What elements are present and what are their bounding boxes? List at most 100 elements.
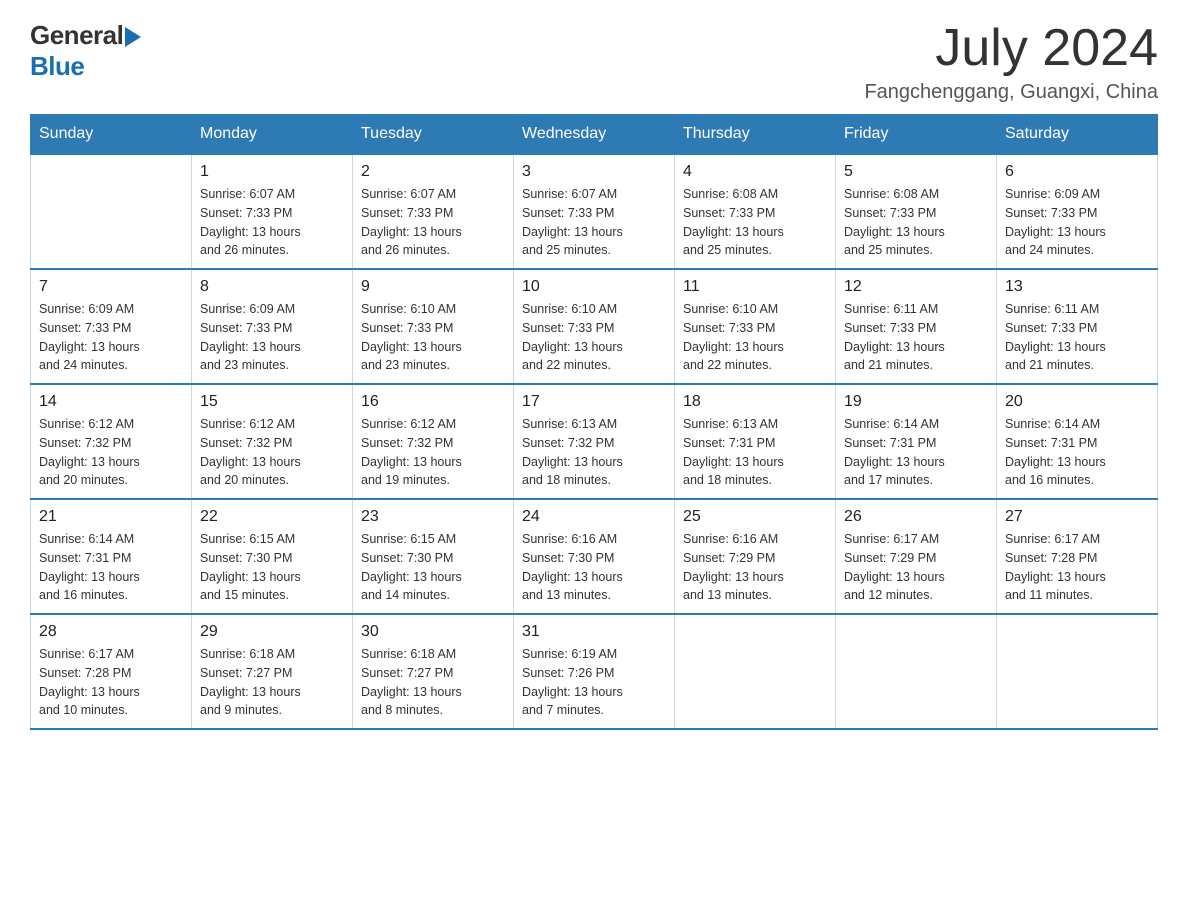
calendar-cell: 31Sunrise: 6:19 AM Sunset: 7:26 PM Dayli…: [514, 614, 675, 729]
title-area: July 2024 Fangchenggang, Guangxi, China: [864, 20, 1158, 104]
calendar-cell: 12Sunrise: 6:11 AM Sunset: 7:33 PM Dayli…: [836, 269, 997, 384]
day-number: 10: [522, 278, 666, 296]
calendar-cell: 24Sunrise: 6:16 AM Sunset: 7:30 PM Dayli…: [514, 499, 675, 614]
weekday-header-row: SundayMondayTuesdayWednesdayThursdayFrid…: [31, 115, 1158, 155]
calendar-cell: 22 Sunrise: 6:15 AM Sunset: 7:30 PM Dayli…: [192, 499, 353, 614]
day-number: 7: [39, 278, 183, 296]
weekday-header-monday: Monday: [192, 115, 353, 155]
calendar-cell: 6 Sunrise: 6:09 AM Sunset: 7:33 PM Daylig…: [997, 154, 1158, 269]
calendar-cell: 2 Sunrise: 6:07 AM Sunset: 7:33 PM Daylig…: [353, 154, 514, 269]
logo-general-text: General: [30, 20, 123, 51]
calendar-cell: 7 Sunrise: 6:09 AM Sunset: 7:33 PM Daylig…: [31, 269, 192, 384]
day-info: Sunrise: 6:07 AM Sunset: 7:33 PM Dayligh…: [522, 185, 666, 260]
day-number: 24: [522, 508, 666, 526]
calendar-cell: 11 Sunrise: 6:10 AM Sunset: 7:33 PM Dayli…: [675, 269, 836, 384]
calendar-table: SundayMondayTuesdayWednesdayThursdayFrid…: [30, 114, 1158, 730]
calendar-cell: [31, 154, 192, 269]
day-number: 4: [683, 163, 827, 181]
logo-blue-text: Blue: [30, 51, 84, 82]
day-number: 18: [683, 393, 827, 411]
day-info: Sunrise: 6:11 AM Sunset: 7:33 PM Dayligh…: [844, 300, 988, 375]
day-info: Sunrise: 6:17 AM Sunset: 7:29 PM Dayligh…: [844, 530, 988, 605]
day-number: 23: [361, 508, 505, 526]
day-info: Sunrise: 6:13 AM Sunset: 7:32 PM Dayligh…: [522, 415, 666, 490]
day-number: 11: [683, 278, 827, 296]
day-number: 26: [844, 508, 988, 526]
day-number: 27: [1005, 508, 1149, 526]
calendar-cell: 28 Sunrise: 6:17 AM Sunset: 7:28 PM Dayli…: [31, 614, 192, 729]
calendar-week-row: 28 Sunrise: 6:17 AM Sunset: 7:28 PM Dayli…: [31, 614, 1158, 729]
day-number: 17: [522, 393, 666, 411]
day-info: Sunrise: 6:09 AM Sunset: 7:33 PM Dayligh…: [39, 300, 183, 375]
day-info: Sunrise: 6:15 AM Sunset: 7:30 PM Dayligh…: [361, 530, 505, 605]
day-number: 28: [39, 623, 183, 641]
calendar-cell: 17 Sunrise: 6:13 AM Sunset: 7:32 PM Dayli…: [514, 384, 675, 499]
day-info: Sunrise: 6:07 AM Sunset: 7:33 PM Dayligh…: [361, 185, 505, 260]
calendar-cell: 14 Sunrise: 6:12 AM Sunset: 7:32 PM Dayli…: [31, 384, 192, 499]
day-info: Sunrise: 6:14 AM Sunset: 7:31 PM Dayligh…: [844, 415, 988, 490]
calendar-week-row: 14 Sunrise: 6:12 AM Sunset: 7:32 PM Dayli…: [31, 384, 1158, 499]
weekday-header-saturday: Saturday: [997, 115, 1158, 155]
day-info: Sunrise: 6:12 AM Sunset: 7:32 PM Dayligh…: [361, 415, 505, 490]
day-number: 31: [522, 623, 666, 641]
calendar-cell: 9 Sunrise: 6:10 AM Sunset: 7:33 PM Daylig…: [353, 269, 514, 384]
location-title: Fangchenggang, Guangxi, China: [864, 81, 1158, 104]
calendar-cell: 13 Sunrise: 6:11 AM Sunset: 7:33 PM Dayli…: [997, 269, 1158, 384]
day-info: Sunrise: 6:16 AM Sunset: 7:29 PM Dayligh…: [683, 530, 827, 605]
day-number: 16: [361, 393, 505, 411]
day-info: Sunrise: 6:14 AM Sunset: 7:31 PM Dayligh…: [39, 530, 183, 605]
day-info: Sunrise: 6:10 AM Sunset: 7:33 PM Dayligh…: [683, 300, 827, 375]
day-number: 9: [361, 278, 505, 296]
calendar-cell: 21 Sunrise: 6:14 AM Sunset: 7:31 PM Dayli…: [31, 499, 192, 614]
calendar-week-row: 7 Sunrise: 6:09 AM Sunset: 7:33 PM Daylig…: [31, 269, 1158, 384]
day-info: Sunrise: 6:18 AM Sunset: 7:27 PM Dayligh…: [200, 645, 344, 720]
day-number: 22: [200, 508, 344, 526]
day-number: 6: [1005, 163, 1149, 181]
day-info: Sunrise: 6:11 AM Sunset: 7:33 PM Dayligh…: [1005, 300, 1149, 375]
logo-arrow-icon: [125, 27, 141, 47]
calendar-cell: 16 Sunrise: 6:12 AM Sunset: 7:32 PM Dayli…: [353, 384, 514, 499]
day-number: 20: [1005, 393, 1149, 411]
day-number: 2: [361, 163, 505, 181]
calendar-cell: 23 Sunrise: 6:15 AM Sunset: 7:30 PM Dayli…: [353, 499, 514, 614]
day-number: 14: [39, 393, 183, 411]
day-info: Sunrise: 6:08 AM Sunset: 7:33 PM Dayligh…: [683, 185, 827, 260]
day-number: 19: [844, 393, 988, 411]
calendar-cell: 26 Sunrise: 6:17 AM Sunset: 7:29 PM Dayli…: [836, 499, 997, 614]
day-number: 5: [844, 163, 988, 181]
calendar-cell: 8Sunrise: 6:09 AM Sunset: 7:33 PM Daylig…: [192, 269, 353, 384]
calendar-cell: 27 Sunrise: 6:17 AM Sunset: 7:28 PM Dayli…: [997, 499, 1158, 614]
day-info: Sunrise: 6:13 AM Sunset: 7:31 PM Dayligh…: [683, 415, 827, 490]
day-number: 21: [39, 508, 183, 526]
calendar-cell: 10 Sunrise: 6:10 AM Sunset: 7:33 PM Dayli…: [514, 269, 675, 384]
calendar-cell: 19 Sunrise: 6:14 AM Sunset: 7:31 PM Dayli…: [836, 384, 997, 499]
day-info: Sunrise: 6:17 AM Sunset: 7:28 PM Dayligh…: [1005, 530, 1149, 605]
day-info: Sunrise: 6:17 AM Sunset: 7:28 PM Dayligh…: [39, 645, 183, 720]
day-number: 13: [1005, 278, 1149, 296]
logo: General Blue: [30, 20, 141, 82]
weekday-header-thursday: Thursday: [675, 115, 836, 155]
calendar-cell: [675, 614, 836, 729]
month-title: July 2024: [864, 20, 1158, 77]
day-number: 15: [200, 393, 344, 411]
calendar-cell: 4 Sunrise: 6:08 AM Sunset: 7:33 PM Daylig…: [675, 154, 836, 269]
day-info: Sunrise: 6:10 AM Sunset: 7:33 PM Dayligh…: [361, 300, 505, 375]
calendar-cell: [836, 614, 997, 729]
day-info: Sunrise: 6:18 AM Sunset: 7:27 PM Dayligh…: [361, 645, 505, 720]
day-number: 1: [200, 163, 344, 181]
day-info: Sunrise: 6:15 AM Sunset: 7:30 PM Dayligh…: [200, 530, 344, 605]
calendar-cell: [997, 614, 1158, 729]
header: General Blue July 2024 Fangchenggang, Gu…: [30, 20, 1158, 104]
day-number: 30: [361, 623, 505, 641]
day-info: Sunrise: 6:12 AM Sunset: 7:32 PM Dayligh…: [200, 415, 344, 490]
day-info: Sunrise: 6:07 AM Sunset: 7:33 PM Dayligh…: [200, 185, 344, 260]
day-number: 29: [200, 623, 344, 641]
calendar-week-row: 21 Sunrise: 6:14 AM Sunset: 7:31 PM Dayli…: [31, 499, 1158, 614]
day-info: Sunrise: 6:14 AM Sunset: 7:31 PM Dayligh…: [1005, 415, 1149, 490]
day-number: 25: [683, 508, 827, 526]
day-info: Sunrise: 6:08 AM Sunset: 7:33 PM Dayligh…: [844, 185, 988, 260]
day-info: Sunrise: 6:12 AM Sunset: 7:32 PM Dayligh…: [39, 415, 183, 490]
day-info: Sunrise: 6:09 AM Sunset: 7:33 PM Dayligh…: [1005, 185, 1149, 260]
day-info: Sunrise: 6:10 AM Sunset: 7:33 PM Dayligh…: [522, 300, 666, 375]
calendar-cell: 5 Sunrise: 6:08 AM Sunset: 7:33 PM Daylig…: [836, 154, 997, 269]
